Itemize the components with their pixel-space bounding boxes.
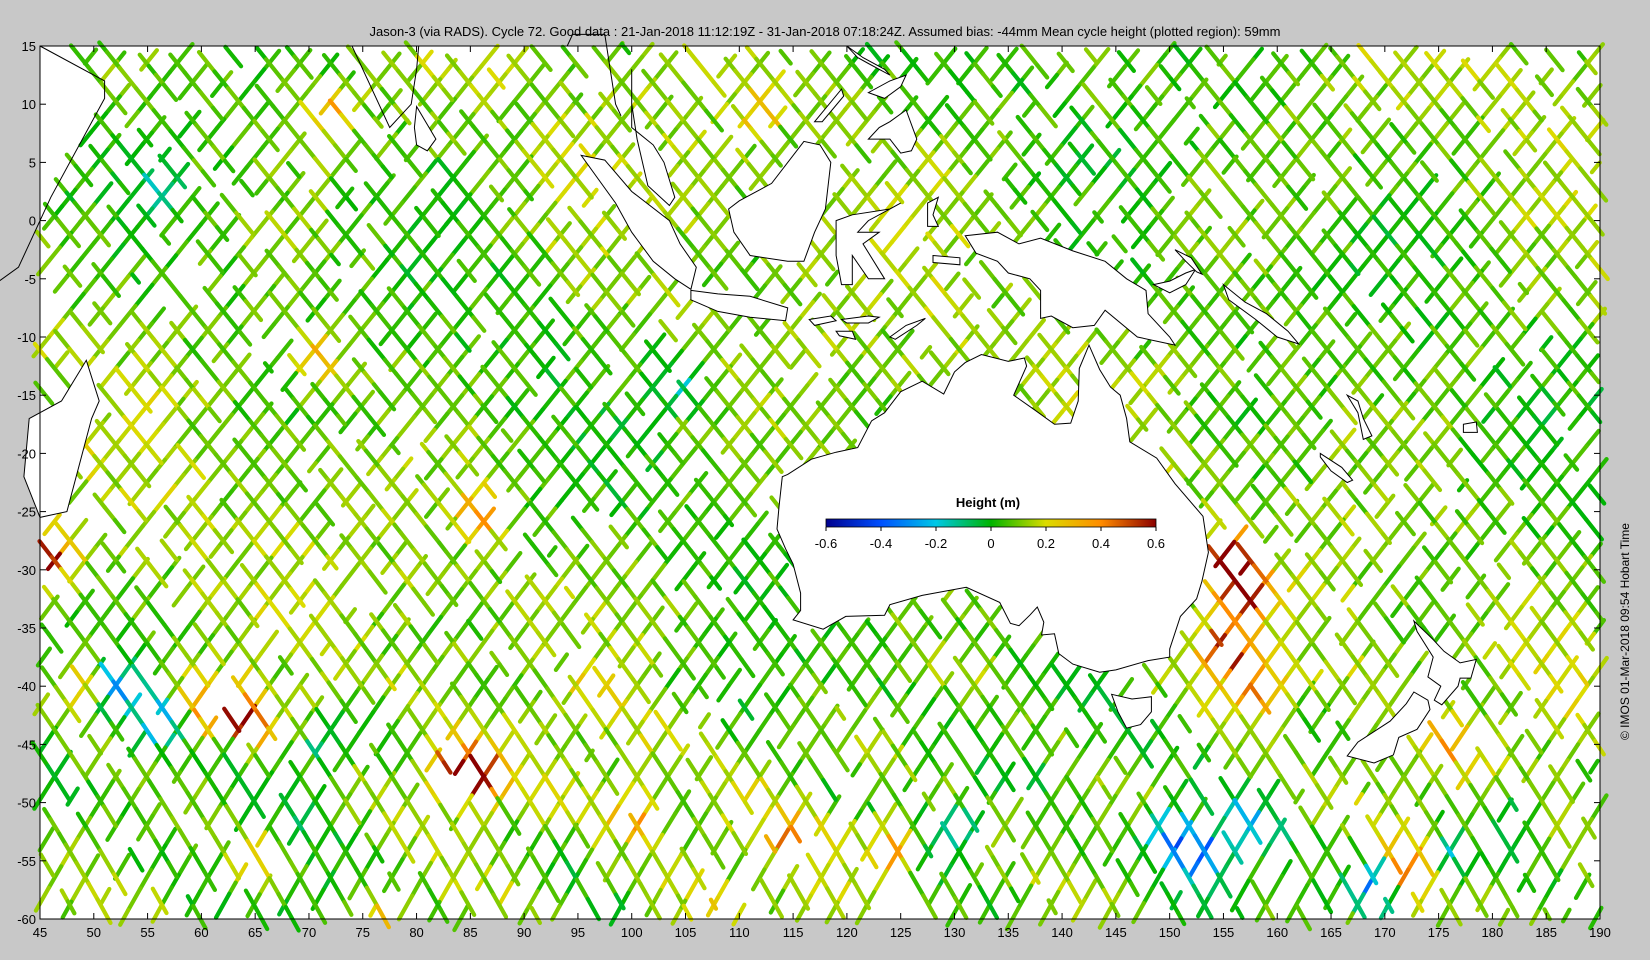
colorbar-tick-label: 0.2 [1037, 536, 1055, 551]
colorbar [825, 518, 1157, 528]
x-tick-label: 190 [1589, 925, 1611, 940]
x-tick-label: 75 [356, 925, 370, 940]
x-tick-label: 135 [997, 925, 1019, 940]
x-tick-label: 110 [729, 925, 750, 940]
y-tick-label: 5 [29, 155, 36, 170]
x-tick-label: 80 [409, 925, 423, 940]
y-tick-label: -20 [17, 446, 36, 461]
x-tick-label: 150 [1159, 925, 1181, 940]
x-tick-label: 95 [571, 925, 585, 940]
y-tick-label: 0 [29, 214, 36, 229]
x-tick-label: 140 [1051, 925, 1073, 940]
colorbar-tick-label: -0.2 [925, 536, 947, 551]
y-tick-label: -40 [17, 679, 36, 694]
colorbar-tick-label: 0.4 [1092, 536, 1110, 551]
x-tick-label: 90 [517, 925, 531, 940]
colorbar-title: Height (m) [956, 495, 1020, 510]
x-tick-label: 55 [140, 925, 154, 940]
y-tick-label: -15 [17, 388, 36, 403]
x-tick-label: 85 [463, 925, 477, 940]
y-tick-label: -10 [17, 330, 36, 345]
y-tick-label: -25 [17, 505, 36, 520]
y-tick-label: -45 [17, 737, 36, 752]
x-tick-label: 170 [1374, 925, 1396, 940]
x-tick-label: 145 [1105, 925, 1127, 940]
coastline-fiji [1462, 421, 1478, 433]
x-tick-label: 165 [1320, 925, 1342, 940]
altimetry-map: 45 50 55 60 65 70 75 80 85 90 95 100 105 110 115 120 125… [0, 33, 1611, 940]
x-tick-label: 175 [1428, 925, 1450, 940]
x-tick-label: 155 [1213, 925, 1235, 940]
x-tick-label: 50 [87, 925, 101, 940]
colorbar-tick-label: -0.6 [815, 536, 837, 551]
y-tick-label: -60 [17, 912, 36, 927]
x-tick-label: 160 [1266, 925, 1288, 940]
x-tick-label: 70 [302, 925, 316, 940]
x-tick-label: 180 [1482, 925, 1504, 940]
y-tick-label: 15 [22, 39, 36, 54]
y-tick-label: -35 [17, 621, 36, 636]
y-tick-label: 10 [22, 97, 36, 112]
copyright-credit: © IMOS 01-Mar-2018 09:54 Hobart Time [1618, 523, 1632, 740]
y-tick-label: -55 [17, 854, 36, 869]
x-tick-label: 65 [248, 925, 262, 940]
colorbar-tick-label: -0.4 [870, 536, 892, 551]
x-tick-label: 45 [33, 925, 47, 940]
x-tick-label: 100 [621, 925, 643, 940]
x-tick-label: 105 [675, 925, 697, 940]
y-tick-label: -50 [17, 796, 36, 811]
y-tick-label: -5 [24, 272, 36, 287]
x-tick-label: 60 [194, 925, 208, 940]
x-tick-label: 120 [836, 925, 858, 940]
colorbar-tick-label: 0 [987, 536, 994, 551]
x-tick-label: 125 [890, 925, 912, 940]
x-tick-label: 185 [1535, 925, 1557, 940]
x-tick-label: 115 [783, 925, 804, 940]
y-tick-label: -30 [17, 563, 36, 578]
colorbar-tick-label: 0.6 [1147, 536, 1165, 551]
x-tick-label: 130 [944, 925, 966, 940]
